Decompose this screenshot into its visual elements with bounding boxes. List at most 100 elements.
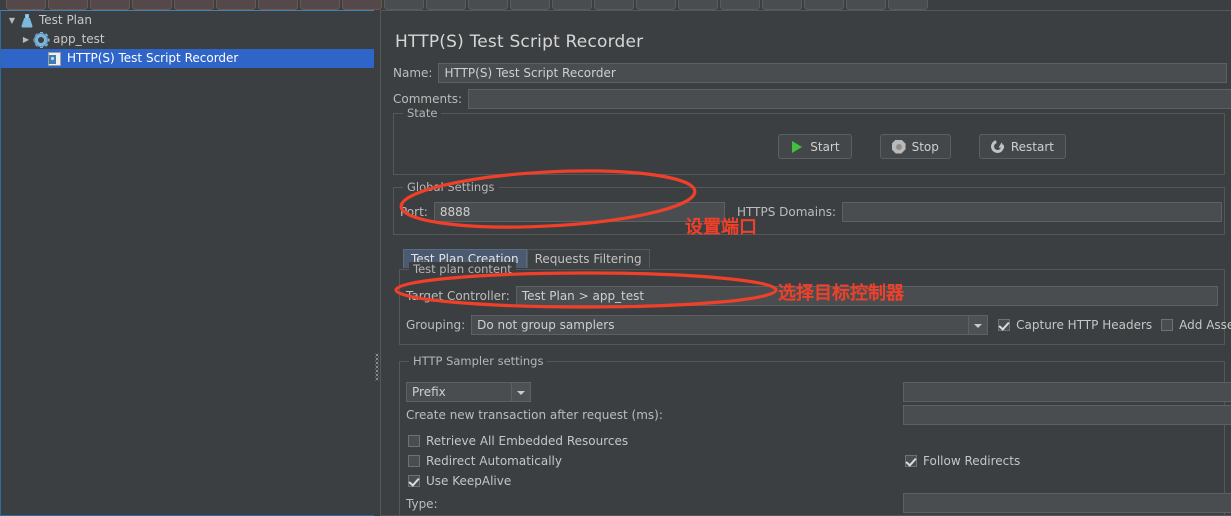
toolbar-button-copy[interactable] [300, 0, 340, 10]
flask-icon [19, 13, 35, 29]
main-toolbar[interactable] [0, 0, 1231, 10]
capture-http-headers-label: Capture HTTP Headers [1016, 318, 1153, 332]
port-label: Port: [400, 205, 428, 219]
tree-item-label: Test Plan [39, 13, 92, 27]
follow-redirects-checkbox[interactable]: Follow Redirects [905, 454, 1020, 468]
start-button[interactable]: Start [778, 134, 852, 159]
name-label: Name: [393, 66, 433, 80]
prefix-chevron-down-icon[interactable] [511, 383, 530, 401]
https-domains-input[interactable] [842, 202, 1222, 222]
toolbar-button-start[interactable] [510, 0, 550, 10]
type-input[interactable] [903, 493, 1231, 513]
chevron-down-icon[interactable] [968, 316, 988, 334]
toolbar-button-reset-search[interactable] [804, 0, 844, 10]
redirect-automatically-label: Redirect Automatically [426, 454, 562, 468]
target-controller-label: Target Controller: [406, 289, 510, 303]
use-keepalive-checkbox[interactable]: Use KeepAlive [408, 474, 511, 488]
grouping-select[interactable]: Do not group samplers [471, 315, 989, 335]
play-icon [790, 140, 804, 154]
transaction-input[interactable] [903, 405, 1231, 425]
target-controller-input[interactable]: Test Plan > app_test [515, 286, 1218, 306]
redirect-automatically-box-icon[interactable] [408, 455, 420, 467]
toolbar-button-new[interactable] [6, 0, 46, 10]
global-settings-group: Global Settings Port: 8888 HTTPS Domains… [393, 180, 1225, 235]
comments-input[interactable] [468, 89, 1231, 109]
toolbar-button-help[interactable] [888, 0, 928, 10]
comments-row: Comments: [393, 89, 1231, 109]
prefix-input[interactable] [903, 382, 1231, 402]
use-keepalive-label: Use KeepAlive [426, 474, 512, 488]
tree-item-0[interactable]: ▼ Test Plan [1, 11, 375, 30]
redirect-automatically-checkbox[interactable]: Redirect Automatically [408, 454, 562, 468]
name-row: Name: HTTP(S) Test Script Recorder [393, 63, 1228, 83]
test-plan-tree[interactable]: ▼ Test Plan ▶ app_test HTTP(S) Test Script … [1, 11, 375, 515]
global-settings-group-label: Global Settings [403, 180, 499, 194]
transaction-label: Create new transaction after request (ms… [406, 408, 663, 422]
test-plan-tree-panel[interactable]: ▼ Test Plan ▶ app_test HTTP(S) Test Script … [0, 10, 376, 516]
tree-item-1[interactable]: ▶ app_test [1, 30, 375, 49]
name-input[interactable]: HTTP(S) Test Script Recorder [438, 63, 1228, 83]
comments-label: Comments: [393, 92, 463, 106]
recorder-config-panel: HTTP(S) Test Script Recorder Name: HTTP(… [380, 10, 1231, 516]
retrieve-embedded-label: Retrieve All Embedded Resources [426, 434, 629, 448]
restart-icon [988, 137, 1007, 155]
toolbar-button-clear-all[interactable] [720, 0, 760, 10]
stop-icon [891, 139, 906, 154]
test-plan-content-group: Test plan content Target Controller: Tes… [399, 262, 1231, 345]
retrieve-embedded-checkbox[interactable]: Retrieve All Embedded Resources [408, 434, 628, 448]
toolbar-button-expand[interactable] [384, 0, 424, 10]
start-button-label: Start [810, 139, 840, 154]
use-keepalive-box-icon[interactable] [408, 475, 420, 487]
capture-http-headers-checkbox[interactable]: Capture HTTP Headers [998, 318, 1152, 332]
splitter-grip-icon[interactable] [375, 353, 379, 381]
toolbar-button-cut[interactable] [258, 0, 298, 10]
toolbar-button-paste[interactable] [342, 0, 382, 10]
prefix-select[interactable]: Prefix [406, 382, 531, 402]
toolbar-button-collapse[interactable] [426, 0, 466, 10]
toolbar-button-save[interactable] [132, 0, 172, 10]
page-title: HTTP(S) Test Script Recorder [395, 32, 644, 52]
port-input[interactable]: 8888 [433, 202, 725, 222]
tree-item-2[interactable]: HTTP(S) Test Script Recorder [1, 49, 375, 68]
tab-requests-filtering[interactable]: Requests Filtering [526, 249, 650, 268]
http-sampler-settings-group: HTTP Sampler settings Prefix Create new … [399, 354, 1231, 515]
state-group: State Start Stop Restart [393, 106, 1225, 175]
recorder-icon [47, 51, 63, 67]
toolbar-button-clear[interactable] [678, 0, 718, 10]
toolbar-button-save-as[interactable] [174, 0, 214, 10]
https-domains-label: HTTPS Domains: [737, 205, 836, 219]
toolbar-button-open[interactable] [90, 0, 130, 10]
grouping-label: Grouping: [406, 318, 466, 332]
stop-button[interactable]: Stop [879, 134, 951, 159]
add-assertions-checkbox[interactable]: Add Assert [1161, 318, 1231, 332]
stop-button-label: Stop [911, 139, 939, 154]
add-assertions-label: Add Assert [1179, 318, 1231, 332]
state-group-label: State [403, 106, 442, 120]
toolbar-button-function-helper[interactable] [846, 0, 886, 10]
follow-redirects-box-icon[interactable] [905, 455, 917, 467]
type-label: Type: [406, 497, 438, 511]
add-assertions-box-icon[interactable] [1161, 319, 1174, 331]
gear-icon [33, 31, 49, 48]
tree-item-label: app_test [53, 32, 105, 46]
capture-http-headers-box-icon[interactable] [998, 319, 1011, 331]
toolbar-button-toggle[interactable] [468, 0, 508, 10]
http-sampler-settings-group-label: HTTP Sampler settings [409, 354, 548, 368]
toolbar-button-search[interactable] [762, 0, 802, 10]
follow-redirects-label: Follow Redirects [923, 454, 1021, 468]
prefix-selected-value: Prefix [412, 385, 446, 399]
test-plan-content-group-label: Test plan content [409, 262, 516, 276]
toolbar-button-templates[interactable] [48, 0, 88, 10]
toolbar-button-close[interactable] [216, 0, 256, 10]
retrieve-embedded-box-icon[interactable] [408, 435, 420, 447]
tree-item-label: HTTP(S) Test Script Recorder [67, 51, 239, 65]
restart-button[interactable]: Restart [978, 134, 1066, 159]
grouping-selected-value: Do not group samplers [477, 318, 615, 332]
tree-twisty-expanded-icon[interactable]: ▼ [5, 11, 19, 30]
toolbar-button-start-no-pause[interactable] [552, 0, 592, 10]
toolbar-button-shutdown[interactable] [636, 0, 676, 10]
tree-twisty-none [33, 49, 47, 68]
toolbar-button-stop[interactable] [594, 0, 634, 10]
tree-twisty-collapsed-icon[interactable]: ▶ [19, 30, 33, 49]
restart-button-label: Restart [1010, 139, 1054, 154]
